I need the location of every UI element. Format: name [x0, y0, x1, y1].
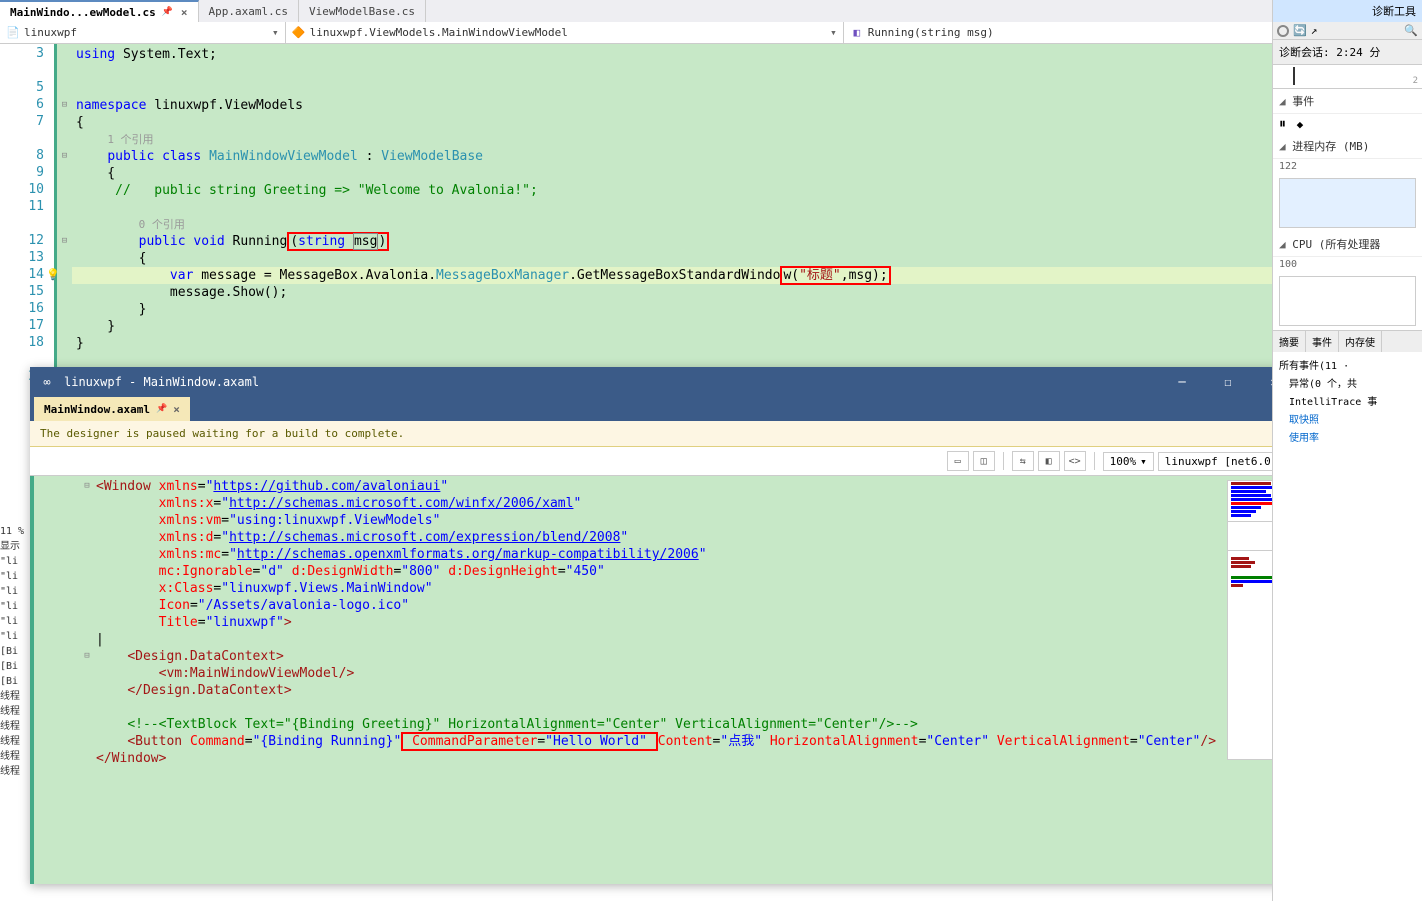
- fold-margin[interactable]: ⊟⊟: [80, 476, 94, 884]
- search-icon[interactable]: 🔍: [1404, 24, 1418, 37]
- nav-class[interactable]: 🔶 linuxwpf.ViewModels.MainWindowViewMode…: [286, 22, 844, 43]
- tab-events[interactable]: 事件: [1306, 331, 1339, 352]
- highlight-box-call: w("标题",msg);: [780, 266, 890, 285]
- file-tabs: MainWindo...ewModel.cs 📌 × App.axaml.cs …: [0, 0, 1422, 22]
- zoom-combo[interactable]: 100%▾: [1103, 452, 1154, 471]
- highlight-box-params: (string msg): [287, 232, 389, 251]
- code-icon[interactable]: <>: [1064, 451, 1086, 471]
- designer-message: The designer is paused waiting for a bui…: [30, 421, 1305, 447]
- diag-link-usage[interactable]: 使用率: [1279, 430, 1416, 448]
- maximize-button[interactable]: ☐: [1205, 367, 1251, 397]
- view-vertical-icon[interactable]: ◫: [973, 451, 995, 471]
- codelens-references[interactable]: 0 个引用: [139, 218, 185, 231]
- expand-icon[interactable]: ↗: [1311, 24, 1318, 37]
- class-icon: 🔶: [292, 26, 306, 40]
- diag-title: 诊断工具: [1273, 0, 1422, 22]
- diag-link-snapshot[interactable]: 取快照: [1279, 412, 1416, 430]
- tab-mainwindow-axaml[interactable]: MainWindow.axaml 📌 ×: [34, 397, 190, 421]
- codelens-references[interactable]: 1 个引用: [107, 133, 153, 146]
- highlight-box-cmdparam: CommandParameter="Hello World": [401, 732, 657, 751]
- session-label: 诊断会话: 2:24 分: [1273, 40, 1422, 65]
- nav-bar: 📄 linuxwpf▾ 🔶 linuxwpf.ViewModels.MainWi…: [0, 22, 1422, 44]
- swap-icon[interactable]: ⇆: [1012, 451, 1034, 471]
- pin-icon[interactable]: 📌: [156, 404, 167, 414]
- tab-label: MainWindo...ewModel.cs: [10, 6, 156, 19]
- cpu-graph[interactable]: [1279, 276, 1416, 326]
- tab-viewmodelbase[interactable]: ViewModelBase.cs: [299, 0, 426, 22]
- close-icon[interactable]: ×: [181, 6, 188, 19]
- method-icon: ◧: [850, 26, 864, 40]
- diag-item[interactable]: IntelliTrace 事: [1279, 394, 1416, 412]
- memory-graph[interactable]: [1279, 178, 1416, 228]
- tab-viewmodel[interactable]: MainWindo...ewModel.cs 📌 ×: [0, 0, 199, 22]
- csharp-icon: 📄: [6, 26, 20, 40]
- pause-icon[interactable]: ⏸: [1279, 116, 1286, 132]
- tab-app[interactable]: App.axaml.cs: [199, 0, 299, 22]
- titlebar[interactable]: ∞ linuxwpf - MainWindow.axaml ─ ☐ ✕: [30, 367, 1305, 397]
- fold-margin[interactable]: ⊟⊟⊟: [54, 44, 72, 381]
- close-icon[interactable]: ×: [173, 403, 180, 416]
- xaml-editor[interactable]: ⊟⊟ <Window xmlns="https://github.com/ava…: [30, 476, 1305, 884]
- line-numbers: 3567891011121314💡1516171820: [0, 44, 54, 381]
- designer-toolbar: ▭ ◫ ⇆ ◧ <> 100%▾ linuxwpf [net6.0]▾: [30, 447, 1305, 476]
- tab-memory[interactable]: 内存使: [1339, 331, 1382, 352]
- left-output-cut: 11 % 显示"li "li"li "li"li "li[Bi [Bi[Bi 线…: [0, 524, 30, 779]
- refresh-icon[interactable]: 🔄: [1293, 24, 1307, 37]
- gear-icon[interactable]: [1277, 25, 1289, 37]
- events-section[interactable]: ◢ 事件: [1273, 89, 1422, 114]
- code-content[interactable]: using System.Text; namespace linuxwpf.Vi…: [72, 44, 1422, 381]
- memory-section[interactable]: ◢ 进程内存 (MB): [1273, 134, 1422, 159]
- xaml-content[interactable]: <Window xmlns="https://github.com/avalon…: [94, 476, 1305, 884]
- view-horizontal-icon[interactable]: ▭: [947, 451, 969, 471]
- diag-item[interactable]: 所有事件(11 ·: [1279, 358, 1416, 376]
- pin-icon[interactable]: 📌: [162, 7, 173, 17]
- code-editor[interactable]: 3567891011121314💡1516171820 ⊟⊟⊟ using Sy…: [0, 44, 1422, 381]
- diag-item[interactable]: 异常(0 个，共: [1279, 376, 1416, 394]
- tab-summary[interactable]: 摘要: [1273, 331, 1306, 352]
- minimize-button[interactable]: ─: [1159, 367, 1205, 397]
- diamond-icon: ◆: [1297, 118, 1304, 131]
- designer-window: ∞ linuxwpf - MainWindow.axaml ─ ☐ ✕ Main…: [30, 367, 1305, 884]
- diag-tabs: 摘要 事件 内存使: [1273, 330, 1422, 352]
- nav-project[interactable]: 📄 linuxwpf▾: [0, 22, 286, 43]
- design-icon[interactable]: ◧: [1038, 451, 1060, 471]
- lightbulb-icon[interactable]: 💡: [46, 268, 60, 281]
- window-title: linuxwpf - MainWindow.axaml: [64, 375, 259, 389]
- diagnostics-panel: 诊断工具 🔄 ↗ 🔍 诊断会话: 2:24 分 2 ◢ 事件 ⏸ ◆ ◢ 进程内…: [1272, 0, 1422, 901]
- doc-tabs: MainWindow.axaml 📌 × ▾: [30, 397, 1305, 421]
- vs-icon: ∞: [38, 373, 56, 391]
- cpu-section[interactable]: ◢ CPU (所有处理器: [1273, 232, 1422, 257]
- editor-margin: [30, 476, 80, 884]
